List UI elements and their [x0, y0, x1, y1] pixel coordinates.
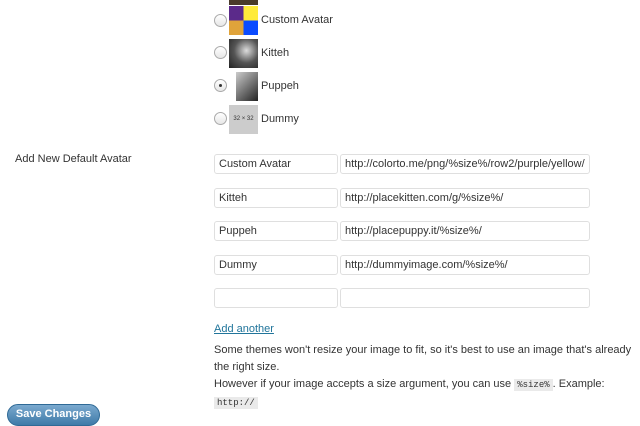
add-new-default-avatar-label: Add New Default Avatar — [15, 153, 132, 165]
help-line-2: However if your image accepts a size arg… — [214, 376, 634, 412]
avatar-name-input[interactable] — [214, 154, 338, 174]
avatar-label: Kitteh — [261, 47, 290, 59]
save-changes-button[interactable]: Save Changes — [7, 404, 100, 426]
avatar-label: Custom Avatar — [261, 14, 333, 26]
avatar-radio-custom[interactable] — [214, 14, 227, 27]
avatar-thumb-puppeh — [236, 72, 258, 101]
avatar-radio-dummy[interactable] — [214, 112, 227, 125]
avatar-thumb-custom — [229, 6, 258, 35]
help-line-1: Some themes won't resize your image to f… — [214, 344, 632, 373]
help-text-block: Some themes won't resize your image to f… — [214, 342, 634, 412]
avatar-url-input-empty[interactable] — [340, 288, 590, 308]
avatar-label: Dummy — [261, 113, 299, 125]
avatar-name-input-empty[interactable] — [214, 288, 338, 308]
avatar-name-input[interactable] — [214, 188, 338, 208]
avatar-thumb-dummy: 32 × 32 — [229, 105, 258, 134]
add-another-link[interactable]: Add another — [214, 323, 274, 335]
avatar-url-input[interactable] — [340, 255, 590, 275]
size-code: %size% — [514, 379, 553, 391]
avatar-url-input[interactable] — [340, 188, 590, 208]
avatar-thumb-partial — [229, 0, 258, 5]
avatar-radio-puppeh[interactable] — [214, 79, 227, 92]
example-code: http:// — [214, 397, 258, 409]
help-text: However if your image accepts a size arg… — [214, 378, 512, 390]
avatar-label: Puppeh — [261, 80, 299, 92]
avatar-thumb-kitteh — [229, 39, 258, 68]
avatar-url-input[interactable] — [340, 221, 590, 241]
avatar-url-input[interactable] — [340, 154, 590, 174]
avatar-name-input[interactable] — [214, 255, 338, 275]
avatar-radio-kitteh[interactable] — [214, 46, 227, 59]
help-text: . Example: — [552, 378, 605, 390]
avatar-name-input[interactable] — [214, 221, 338, 241]
